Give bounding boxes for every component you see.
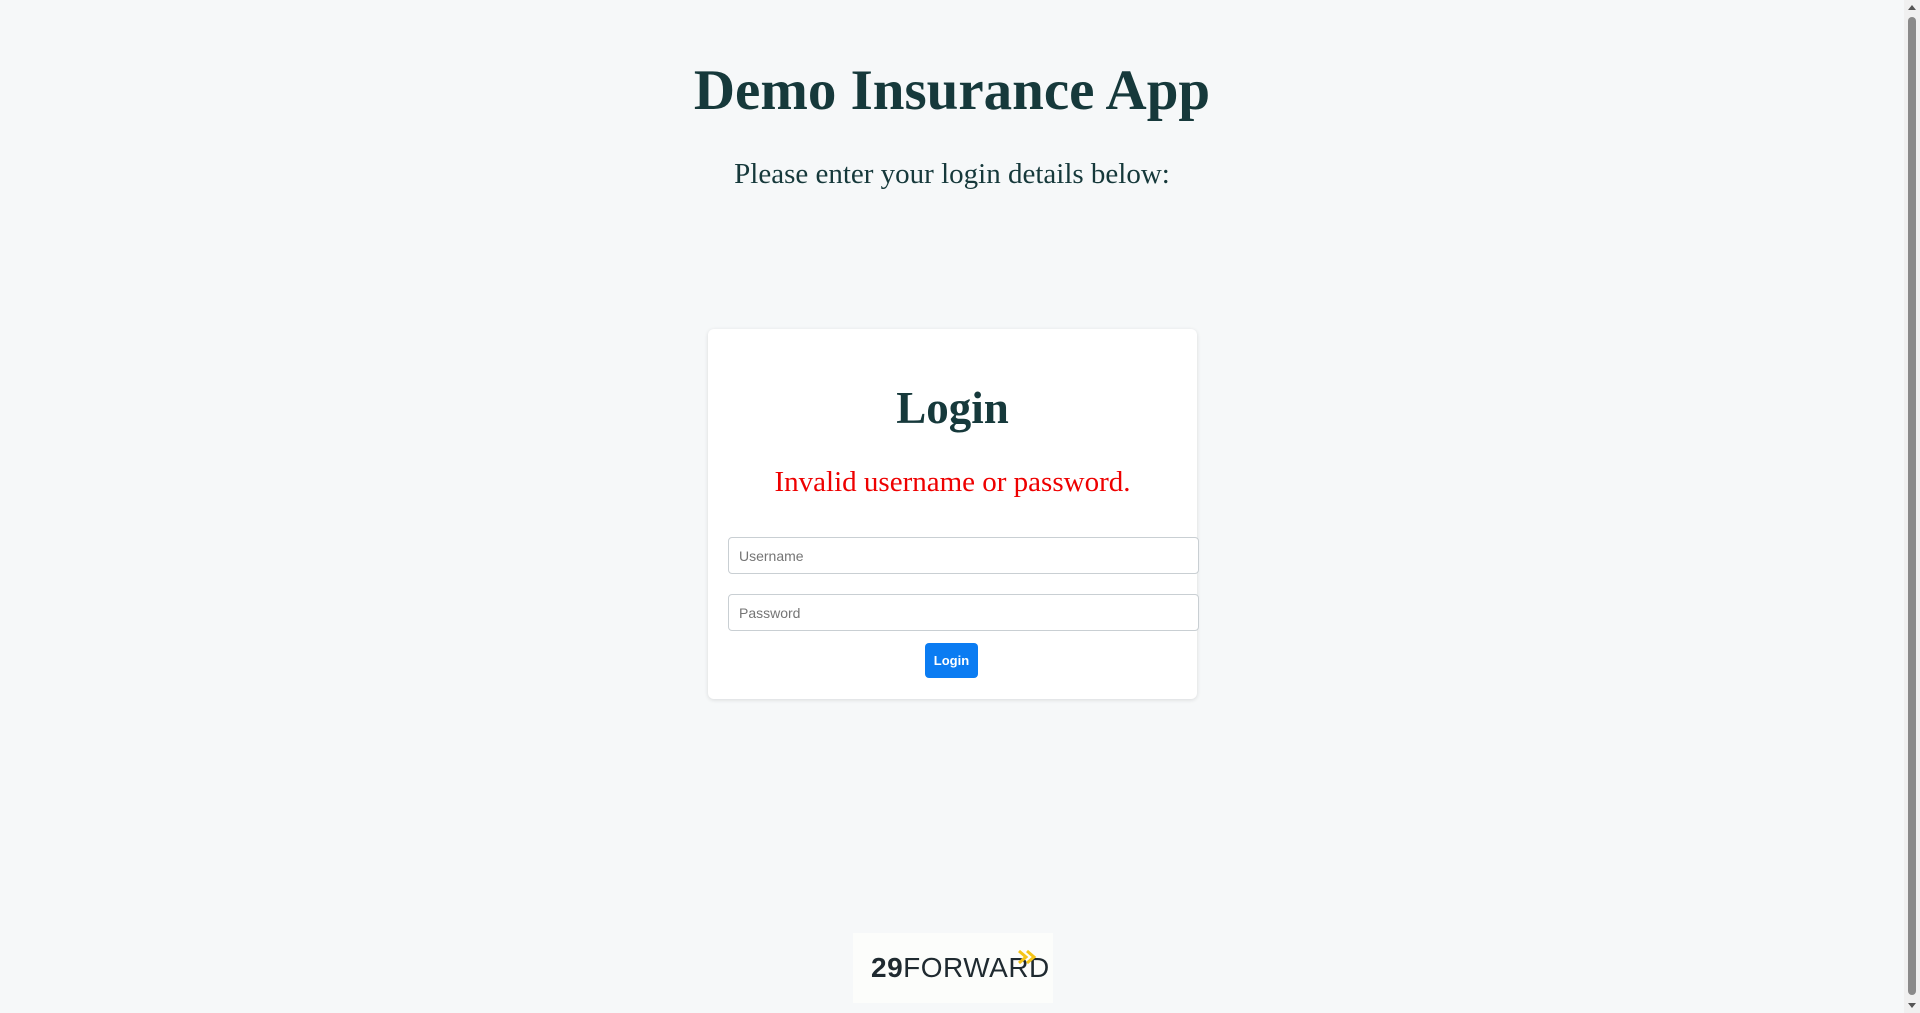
page-subtitle: Please enter your login details below: [734, 158, 1170, 190]
footer-logo: 29FORWARD [853, 933, 1053, 1003]
scroll-up-arrow-icon[interactable] [1904, 0, 1920, 16]
password-input[interactable] [728, 594, 1199, 631]
app-title: Demo Insurance App [693, 59, 1211, 122]
error-message: Invalid username or password. [774, 466, 1131, 498]
login-title: Login [896, 383, 1009, 433]
scroll-down-arrow-icon[interactable] [1904, 997, 1920, 1013]
username-input[interactable] [728, 537, 1199, 574]
login-card: Login Invalid username or password. Logi… [708, 329, 1199, 699]
login-button[interactable]: Login [925, 643, 978, 678]
page: Demo Insurance App Please enter your log… [0, 0, 1904, 1013]
double-chevron-right-icon [1018, 949, 1037, 965]
vertical-scrollbar[interactable] [1904, 0, 1920, 1013]
scrollbar-thumb[interactable] [1908, 17, 1916, 995]
